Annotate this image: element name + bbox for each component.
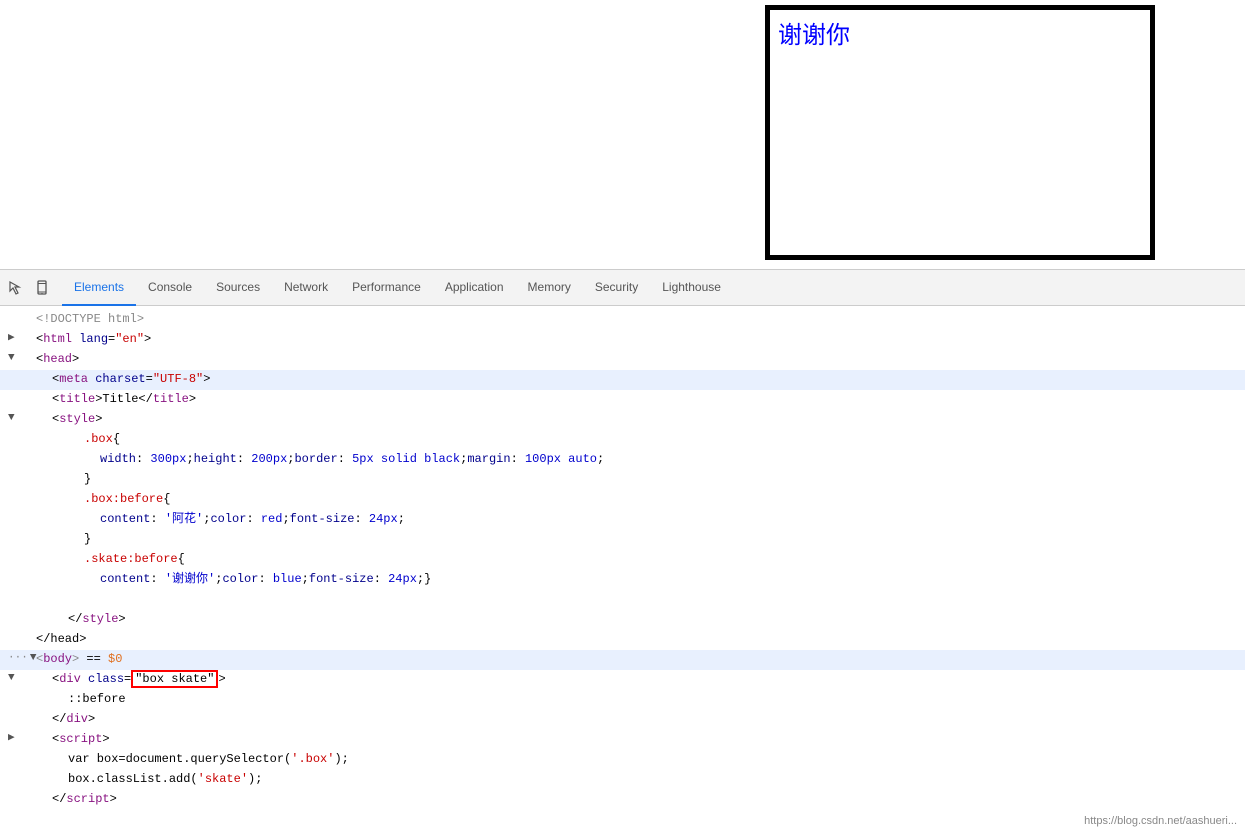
status-bar: https://blog.csdn.net/aashueri... bbox=[1084, 815, 1237, 827]
demo-box-text: 谢谢你 bbox=[770, 10, 1150, 55]
tab-network[interactable]: Network bbox=[272, 270, 340, 306]
code-panel[interactable]: <!DOCTYPE html> ▶ <html lang="en"> ▼ <he… bbox=[0, 306, 1245, 835]
code-line: </script> bbox=[0, 790, 1245, 810]
code-line: ▶ <script> bbox=[0, 730, 1245, 750]
preview-area: 谢谢你 bbox=[0, 0, 1245, 270]
code-line: } bbox=[0, 530, 1245, 550]
code-line: content: '谢谢你';color: blue;font-size: 24… bbox=[0, 570, 1245, 590]
code-line: ▶ <html lang="en"> bbox=[0, 330, 1245, 350]
code-line: </div> bbox=[0, 710, 1245, 730]
tab-memory[interactable]: Memory bbox=[516, 270, 583, 306]
inspect-element-button[interactable] bbox=[4, 276, 28, 300]
code-line: </head> bbox=[0, 630, 1245, 650]
code-line: .skate:before{ bbox=[0, 550, 1245, 570]
code-line: width: 300px;height: 200px;border: 5px s… bbox=[0, 450, 1245, 470]
tab-elements[interactable]: Elements bbox=[62, 270, 136, 306]
code-line-meta: <meta charset="UTF-8"> bbox=[0, 370, 1245, 390]
devtools-panel: Elements Console Sources Network Perform… bbox=[0, 270, 1245, 835]
code-line: </style> bbox=[0, 610, 1245, 630]
toolbar-icons bbox=[4, 276, 54, 300]
tab-console[interactable]: Console bbox=[136, 270, 204, 306]
code-line-before: ::before bbox=[0, 690, 1245, 710]
demo-box: 谢谢你 bbox=[765, 5, 1155, 260]
tab-lighthouse[interactable]: Lighthouse bbox=[650, 270, 733, 306]
tab-security[interactable]: Security bbox=[583, 270, 650, 306]
code-line bbox=[0, 590, 1245, 610]
devtools-tabs: Elements Console Sources Network Perform… bbox=[62, 270, 1241, 306]
code-line: box.classList.add('skate'); bbox=[0, 770, 1245, 790]
code-line: var box=document.querySelector('.box'); bbox=[0, 750, 1245, 770]
code-line: .box{ bbox=[0, 430, 1245, 450]
status-url: https://blog.csdn.net/aashueri... bbox=[1084, 815, 1237, 827]
code-line: <title>Title</title> bbox=[0, 390, 1245, 410]
code-line: ▼ <style> bbox=[0, 410, 1245, 430]
code-line: ▼ <head> bbox=[0, 350, 1245, 370]
code-line: <!DOCTYPE html> bbox=[0, 310, 1245, 330]
tab-application[interactable]: Application bbox=[433, 270, 516, 306]
code-line: } bbox=[0, 470, 1245, 490]
code-line: .box:before{ bbox=[0, 490, 1245, 510]
code-line: content: '阿花';color: red;font-size: 24px… bbox=[0, 510, 1245, 530]
device-toggle-button[interactable] bbox=[30, 276, 54, 300]
code-line-body: ··· ▼ <body> == $0 bbox=[0, 650, 1245, 670]
tab-sources[interactable]: Sources bbox=[204, 270, 272, 306]
devtools-toolbar: Elements Console Sources Network Perform… bbox=[0, 270, 1245, 306]
tab-performance[interactable]: Performance bbox=[340, 270, 433, 306]
code-line-div: ▼ <div class="box skate"> bbox=[0, 670, 1245, 690]
